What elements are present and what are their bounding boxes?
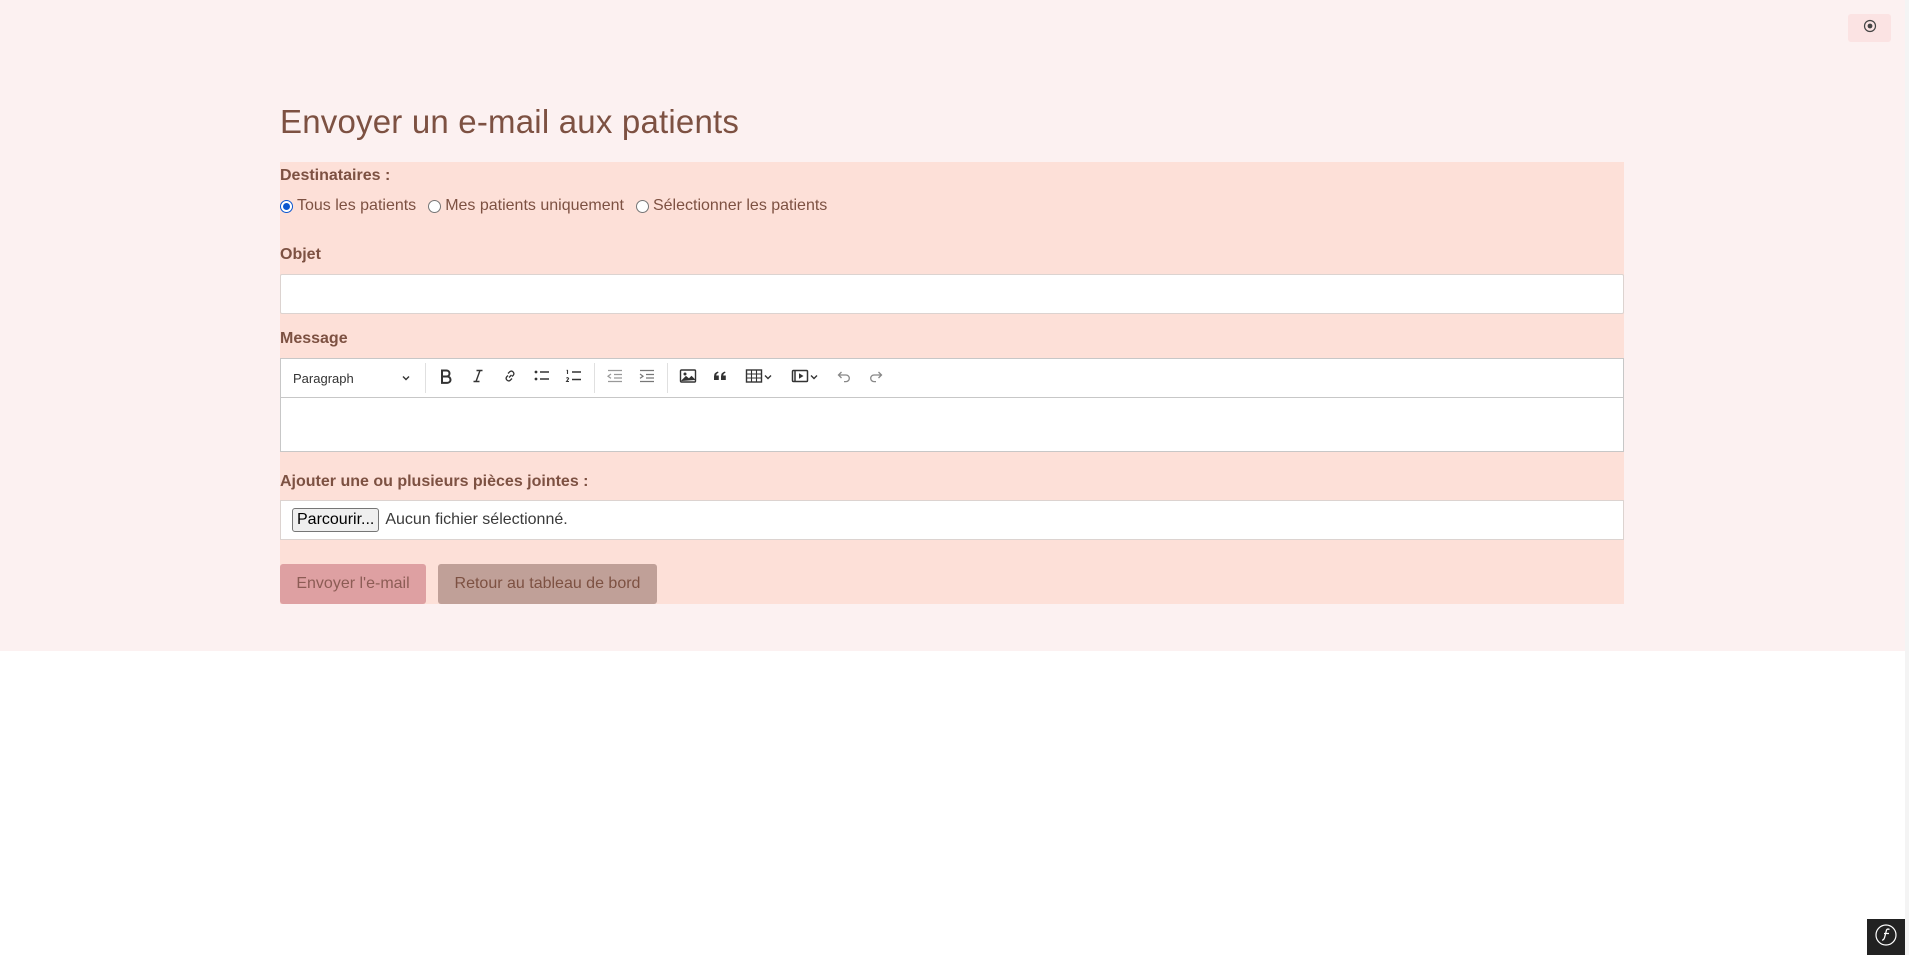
bulleted-list-button[interactable] (527, 363, 557, 393)
radio-all-patients-input[interactable] (280, 199, 293, 213)
outdent-button[interactable] (600, 363, 630, 393)
numbered-list-button[interactable] (559, 363, 589, 393)
outdent-icon (606, 368, 624, 389)
toolbar-separator (425, 363, 426, 393)
theme-toggle-icon (1863, 19, 1877, 38)
radio-select-patients[interactable]: Sélectionner les patients (635, 197, 828, 215)
page-title: Envoyer un e-mail aux patients (280, 103, 740, 140)
heading-dropdown[interactable]: Paragraph (281, 363, 421, 393)
symfony-debug-toolbar-toggle[interactable] (1867, 919, 1905, 955)
insert-image-button[interactable] (673, 363, 703, 393)
media-icon (791, 368, 809, 389)
table-icon (745, 368, 763, 389)
radio-my-patients-input[interactable] (428, 199, 442, 213)
radio-all-patients[interactable]: Tous les patients (280, 197, 416, 215)
toolbar-separator (594, 363, 595, 393)
chevron-down-icon (809, 369, 819, 387)
radio-my-patients[interactable]: Mes patients uniquement (428, 197, 624, 215)
email-form: Destinataires : Tous les patients Mes pa… (280, 162, 1624, 604)
theme-toggle-button[interactable] (1848, 14, 1891, 42)
back-to-dashboard-button[interactable]: Retour au tableau de bord (438, 564, 657, 604)
redo-button[interactable] (861, 363, 891, 393)
radio-select-patients-input[interactable] (635, 199, 649, 213)
subject-input[interactable] (280, 274, 1624, 314)
radio-select-patients-label: Sélectionner les patients (652, 197, 828, 214)
attachments-label: Ajouter une ou plusieurs pièces jointes … (280, 473, 589, 490)
radio-my-patients-label: Mes patients uniquement (445, 197, 624, 214)
toolbar-separator (667, 363, 668, 393)
message-editor[interactable] (280, 398, 1624, 452)
blockquote-button[interactable] (705, 363, 735, 393)
browse-button[interactable]: Parcourir... (292, 508, 380, 532)
recipients-radio-group: Tous les patients Mes patients uniquemen… (280, 196, 839, 216)
subject-label: Objet (280, 246, 321, 263)
chevron-down-icon (401, 371, 411, 386)
numbered-list-icon (565, 368, 583, 389)
bold-icon (438, 368, 454, 389)
redo-icon (868, 368, 884, 389)
bold-button[interactable] (431, 363, 461, 393)
heading-dropdown-label: Paragraph (293, 370, 354, 386)
radio-all-patients-label: Tous les patients (297, 197, 417, 214)
indent-button[interactable] (632, 363, 662, 393)
message-label: Message (280, 330, 348, 347)
italic-icon (470, 368, 486, 389)
vertical-scrollbar[interactable] (1905, 0, 1909, 955)
link-button[interactable] (495, 363, 525, 393)
send-email-button[interactable]: Envoyer l'e-mail (280, 564, 426, 604)
attachments-file-input[interactable]: Parcourir... Aucun fichier sélectionné. (280, 500, 1624, 540)
undo-button[interactable] (829, 363, 859, 393)
insert-media-button[interactable] (783, 363, 827, 393)
bulleted-list-icon (533, 368, 551, 389)
file-status: Aucun fichier sélectionné. (385, 511, 568, 528)
blockquote-icon (712, 368, 728, 389)
italic-button[interactable] (463, 363, 493, 393)
indent-icon (638, 368, 656, 389)
symfony-icon (1875, 923, 1897, 951)
chevron-down-icon (763, 369, 773, 387)
insert-table-button[interactable] (737, 363, 781, 393)
undo-icon (836, 368, 852, 389)
link-icon (502, 368, 518, 389)
page: Envoyer un e-mail aux patients Destinata… (0, 0, 1905, 955)
recipients-label: Destinataires : (280, 167, 391, 184)
editor-toolbar: Paragraph (280, 358, 1624, 398)
image-icon (679, 368, 697, 389)
